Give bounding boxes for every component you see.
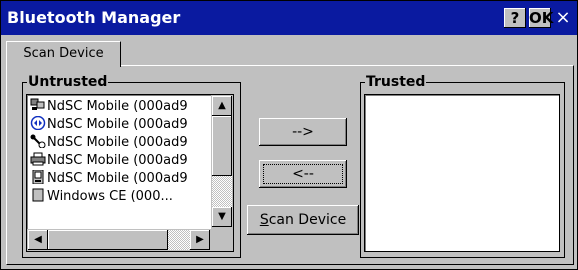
list-item[interactable]: Windows CE (000... xyxy=(30,188,173,206)
trusted-group: Trusted xyxy=(360,74,565,258)
vertical-scrollbar[interactable]: ▲ ▼ xyxy=(211,95,233,229)
scan-device-label: can Device xyxy=(268,212,347,228)
horizontal-scroll-track[interactable] xyxy=(168,230,190,250)
close-button[interactable]: × xyxy=(553,7,573,29)
list-item[interactable]: NdSC Mobile (000ad9 xyxy=(30,98,188,116)
scroll-down-icon[interactable]: ▼ xyxy=(212,207,232,227)
horizontal-scroll-thumb[interactable] xyxy=(48,230,168,250)
list-item-label: NdSC Mobile (000ad9 xyxy=(47,135,188,150)
trusted-list[interactable] xyxy=(364,94,560,252)
scrollbar-corner xyxy=(211,229,233,251)
ok-button[interactable]: OK xyxy=(529,8,553,28)
tab-scan-device[interactable]: Scan Device xyxy=(6,41,121,67)
scan-device-panel: Untrusted NdSC Mobile (000ad9 NdSC Mobil… xyxy=(6,65,574,265)
list-item[interactable]: NdSC Mobile (000ad9 xyxy=(30,169,188,188)
trusted-label: Trusted xyxy=(365,74,427,90)
headset-icon xyxy=(30,134,46,149)
move-to-untrusted-button[interactable]: <-- xyxy=(259,160,347,188)
window-title: Bluetooth Manager xyxy=(7,8,181,27)
list-item-label: NdSC Mobile (000ad9 xyxy=(47,171,188,186)
scan-device-button[interactable]: Scan Device xyxy=(247,205,359,235)
vertical-scroll-thumb[interactable] xyxy=(212,116,232,176)
move-to-trusted-button[interactable]: --> xyxy=(259,118,347,146)
untrusted-label: Untrusted xyxy=(27,74,109,90)
bluetooth-manager-window: Bluetooth Manager ? OK × Scan Device Unt… xyxy=(0,0,578,270)
untrusted-group: Untrusted NdSC Mobile (000ad9 NdSC Mobil… xyxy=(22,74,241,258)
horizontal-scrollbar[interactable]: ◀ ▶ xyxy=(27,229,233,251)
scan-device-accel: S xyxy=(259,212,269,228)
network-computer-icon xyxy=(30,98,46,112)
vertical-scroll-track[interactable] xyxy=(212,176,232,207)
help-button[interactable]: ? xyxy=(504,8,526,28)
list-item[interactable]: NdSC Mobile (000ad9 xyxy=(30,152,188,170)
list-item[interactable]: NdSC Mobile (000ad9 xyxy=(30,115,188,134)
focus-rect xyxy=(263,164,343,184)
list-item[interactable]: NdSC Mobile (000ad9 xyxy=(30,134,188,152)
printer-icon xyxy=(30,152,46,166)
device-icon xyxy=(30,188,46,202)
bluetooth-icon xyxy=(30,115,46,131)
list-item-label: NdSC Mobile (000ad9 xyxy=(47,153,188,168)
scroll-up-icon[interactable]: ▲ xyxy=(212,96,232,116)
list-item-label: Windows CE (000... xyxy=(47,189,173,204)
title-bar: Bluetooth Manager ? OK × xyxy=(1,1,577,35)
untrusted-list[interactable]: NdSC Mobile (000ad9 NdSC Mobile (000ad9 … xyxy=(26,94,234,252)
scroll-right-icon[interactable]: ▶ xyxy=(190,230,210,250)
list-item-label: NdSC Mobile (000ad9 xyxy=(47,99,188,114)
pda-icon xyxy=(30,169,46,185)
scroll-left-icon[interactable]: ◀ xyxy=(28,230,48,250)
list-item-label: NdSC Mobile (000ad9 xyxy=(47,117,188,132)
